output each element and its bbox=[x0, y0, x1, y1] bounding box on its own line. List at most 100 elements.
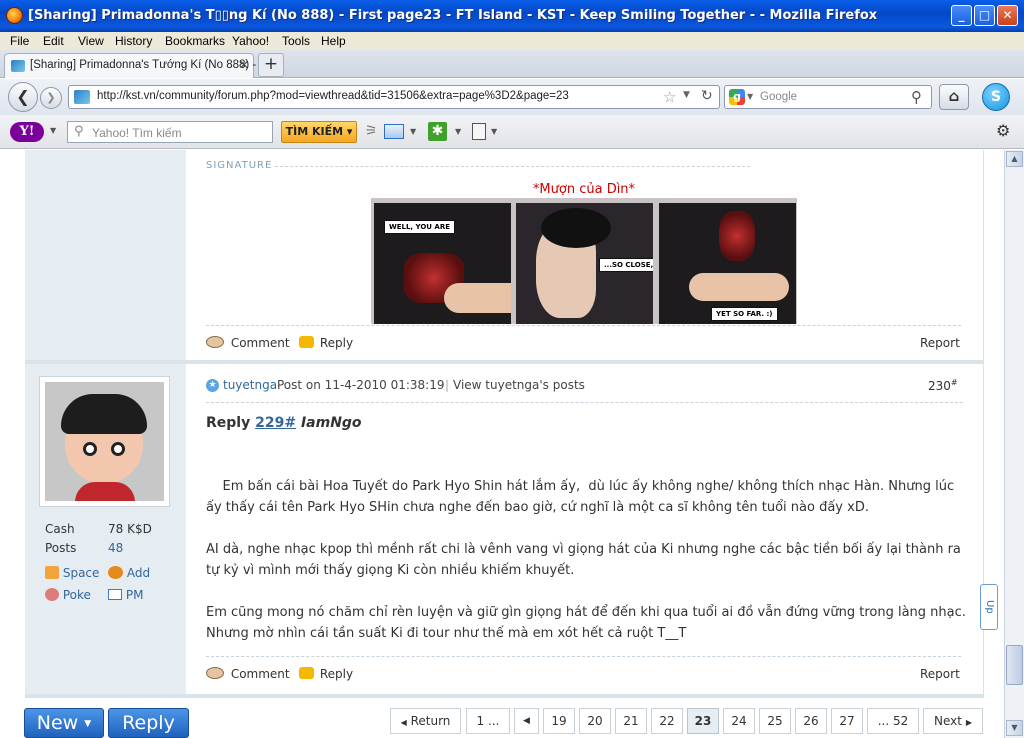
back-button[interactable]: ❮ bbox=[8, 82, 38, 112]
page-content: SIGNATURE *Mượn của Dìn* WELL, YOU ARE .… bbox=[0, 150, 1004, 738]
search-box[interactable]: g ▼ Google ⚲ bbox=[724, 85, 932, 109]
messenger-icon[interactable]: ✱ bbox=[428, 122, 447, 141]
comic-bubble-1: WELL, YOU ARE bbox=[384, 220, 456, 234]
post1-reply-action[interactable]: Reply bbox=[299, 336, 353, 350]
pagination-next[interactable]: Next ▶ bbox=[923, 708, 983, 734]
scroll-up-arrow-icon[interactable]: ▲ bbox=[1006, 151, 1023, 167]
pagination-prev[interactable]: ◀ bbox=[514, 708, 539, 734]
post1-comment-action[interactable]: Comment bbox=[206, 336, 290, 350]
history-dropdown-icon[interactable]: ▼ bbox=[683, 90, 690, 100]
mail-icon[interactable] bbox=[384, 124, 404, 139]
new-thread-button[interactable]: New ▼ bbox=[24, 708, 104, 738]
scroll-thumb[interactable] bbox=[1006, 645, 1023, 685]
menu-history[interactable]: History bbox=[115, 34, 152, 48]
pm-label: PM bbox=[125, 588, 144, 602]
menu-edit[interactable]: Edit bbox=[43, 34, 64, 48]
page-27[interactable]: 27 bbox=[831, 708, 863, 734]
yahoo-search-button[interactable]: TÌM KIẾM ▾ bbox=[281, 121, 357, 143]
add-friend-link[interactable]: Add bbox=[108, 566, 150, 580]
new-tab-button[interactable]: + bbox=[258, 53, 284, 77]
bookmark-star-icon[interactable]: ☆ bbox=[663, 88, 676, 106]
engine-dropdown-icon[interactable]: ▼ bbox=[747, 92, 753, 101]
maximize-button[interactable]: □ bbox=[974, 5, 995, 26]
comic-bubble-3: YET SO FAR. :) bbox=[711, 307, 778, 321]
scroll-top-widget[interactable]: Up bbox=[980, 584, 998, 630]
prev-arrow-icon: ◀ bbox=[523, 716, 530, 726]
menu-help[interactable]: Help bbox=[321, 34, 346, 48]
yahoo-menu-dropdown-icon[interactable]: ▼ bbox=[50, 126, 56, 135]
envelope-icon bbox=[108, 589, 122, 600]
post2-report-link[interactable]: Report bbox=[920, 667, 960, 681]
space-link[interactable]: Space bbox=[45, 566, 99, 580]
tab-bar: [Sharing] Primadonna's Tướng Kí (No 888)… bbox=[0, 50, 1024, 78]
reload-icon[interactable]: ↻ bbox=[701, 88, 713, 104]
reply-ref-link[interactable]: 229# bbox=[255, 415, 296, 431]
page-21[interactable]: 21 bbox=[615, 708, 647, 734]
floor-mark: # bbox=[950, 378, 958, 387]
page-current[interactable]: 23 bbox=[687, 708, 719, 734]
pagination-return[interactable]: ◀ Return bbox=[390, 708, 461, 734]
author-link[interactable]: tuyetnga bbox=[223, 378, 277, 392]
view-posts-link[interactable]: View tuyetnga's posts bbox=[453, 378, 585, 392]
online-status-icon: ★ bbox=[206, 379, 219, 392]
post-date: Post on 11-4-2010 01:38:19 bbox=[277, 378, 445, 392]
yahoo-search-button-label: TÌM KIẾM bbox=[285, 125, 344, 138]
page-24[interactable]: 24 bbox=[723, 708, 755, 734]
poke-link[interactable]: Poke bbox=[45, 588, 91, 602]
window-title-bar[interactable]: [Sharing] Primadonna's T▯▯ng Kí (No 888)… bbox=[0, 0, 1024, 32]
post1-report-link[interactable]: Report bbox=[920, 336, 960, 350]
google-icon[interactable]: g bbox=[729, 89, 745, 105]
post1-sidebar bbox=[25, 150, 186, 360]
pm-link[interactable]: PM bbox=[108, 588, 143, 602]
close-window-button[interactable]: ✕ bbox=[997, 5, 1018, 26]
posts-value[interactable]: 48 bbox=[108, 541, 123, 555]
vertical-scrollbar[interactable]: ▲ ▼ bbox=[1004, 150, 1024, 738]
page-26[interactable]: 26 bbox=[795, 708, 827, 734]
page-20[interactable]: 20 bbox=[579, 708, 611, 734]
url-text[interactable]: http://kst.vn/community/forum.php?mod=vi… bbox=[97, 90, 569, 102]
page-19[interactable]: 19 bbox=[543, 708, 575, 734]
page-22[interactable]: 22 bbox=[651, 708, 683, 734]
post2-comment-action[interactable]: Comment bbox=[206, 667, 290, 681]
search-icon[interactable]: ⚲ bbox=[911, 88, 922, 106]
post2-reply-action[interactable]: Reply bbox=[299, 667, 353, 681]
reply-thread-button[interactable]: Reply bbox=[108, 708, 189, 738]
yahoo-search-input[interactable]: ⚲ Yahoo! Tìm kiếm bbox=[67, 121, 273, 143]
address-bar[interactable]: http://kst.vn/community/forum.php?mod=vi… bbox=[68, 85, 720, 109]
yahoo-toolbar: Y! ▼ ⚲ Yahoo! Tìm kiếm TÌM KIẾM ▾ ⚞ ▼ ✱ … bbox=[0, 115, 1024, 149]
cash-label: Cash bbox=[45, 522, 75, 536]
menu-view[interactable]: View bbox=[78, 34, 104, 48]
minimize-button[interactable]: _ bbox=[951, 5, 972, 26]
kst-favicon-icon bbox=[11, 60, 25, 72]
page-25[interactable]: 25 bbox=[759, 708, 791, 734]
hair-shape bbox=[541, 208, 611, 248]
comment-label: Comment bbox=[230, 336, 290, 350]
notepad-icon[interactable] bbox=[472, 123, 486, 140]
pagination-last[interactable]: ... 52 bbox=[867, 708, 919, 734]
home-button[interactable]: ⌂ bbox=[939, 84, 969, 110]
skype-icon[interactable]: S bbox=[982, 83, 1010, 111]
pagination-first[interactable]: 1 ... bbox=[466, 708, 510, 734]
scroll-down-arrow-icon[interactable]: ▼ bbox=[1006, 720, 1023, 736]
post-paragraph-1: Em bấn cái bài Hoa Tuyết do Park Hyo Shi… bbox=[206, 479, 959, 515]
menu-file[interactable]: File bbox=[10, 34, 29, 48]
forward-button[interactable]: ❯ bbox=[40, 87, 62, 109]
signature-panel-1: WELL, YOU ARE bbox=[374, 203, 511, 324]
tab-current[interactable]: [Sharing] Primadonna's Tướng Kí (No 888)… bbox=[4, 53, 269, 78]
avatar[interactable] bbox=[39, 376, 170, 507]
mail-dropdown-icon[interactable]: ▼ bbox=[410, 127, 416, 136]
messenger-dropdown-icon[interactable]: ▼ bbox=[455, 127, 461, 136]
menu-bar: File Edit View History Bookmarks Yahoo! … bbox=[0, 32, 1024, 50]
gear-icon[interactable]: ⚙ bbox=[996, 121, 1010, 140]
avatar-image bbox=[45, 382, 164, 501]
signature-panel-2: ...SO CLOSE, bbox=[516, 203, 653, 324]
comment-icon bbox=[206, 336, 224, 348]
notepad-dropdown-icon[interactable]: ▼ bbox=[491, 127, 497, 136]
yahoo-logo-icon[interactable]: Y! bbox=[10, 122, 44, 142]
menu-yahoo[interactable]: Yahoo! bbox=[232, 34, 269, 48]
menu-bookmarks[interactable]: Bookmarks bbox=[165, 34, 225, 48]
toolbar-separator-icon: ⚞ bbox=[365, 123, 378, 139]
comment-label: Comment bbox=[230, 667, 290, 681]
menu-tools[interactable]: Tools bbox=[282, 34, 310, 48]
tab-close-icon[interactable]: ✕ bbox=[239, 58, 249, 72]
